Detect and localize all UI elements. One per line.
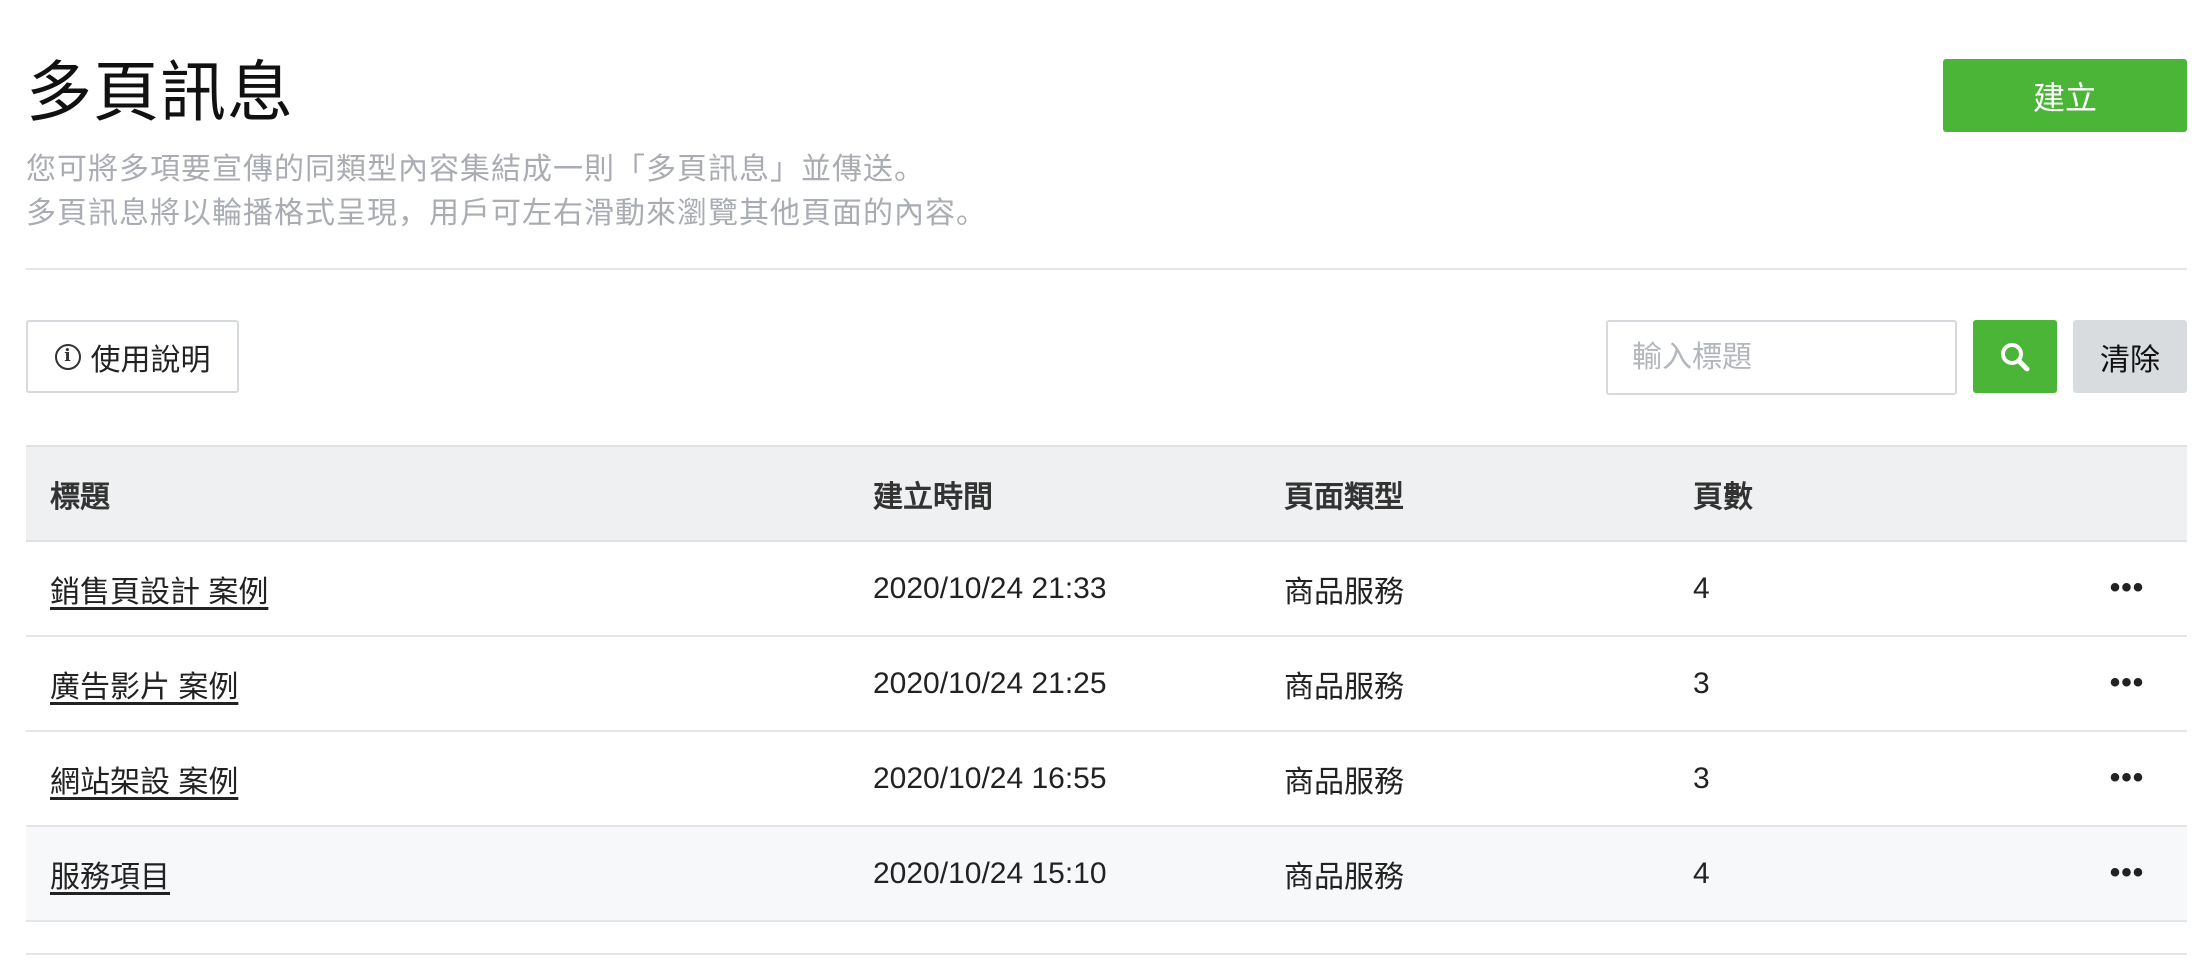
column-header-pages[interactable]: 頁數 bbox=[1693, 472, 1753, 516]
messages-table: 標題 建立時間 頁面類型 頁數 銷售頁設計 案例 2020/10/24 21:3… bbox=[26, 445, 2187, 922]
table-row: 銷售頁設計 案例 2020/10/24 21:33 商品服務 4 ••• bbox=[26, 542, 2187, 637]
column-header-title[interactable]: 標題 bbox=[50, 472, 110, 516]
message-title-link[interactable]: 服務項目 bbox=[50, 861, 170, 894]
more-options-icon[interactable]: ••• bbox=[2104, 663, 2150, 703]
page-count: 4 bbox=[1693, 571, 1710, 605]
more-options-icon[interactable]: ••• bbox=[2104, 568, 2150, 608]
info-icon: i bbox=[54, 343, 81, 370]
more-options-icon[interactable]: ••• bbox=[2104, 853, 2150, 893]
created-time: 2020/10/24 16:55 bbox=[873, 761, 1107, 795]
help-button[interactable]: i 使用說明 bbox=[26, 320, 239, 393]
table-row: 服務項目 2020/10/24 15:10 商品服務 4 ••• bbox=[26, 827, 2187, 922]
help-label: 使用說明 bbox=[90, 343, 211, 377]
column-header-created[interactable]: 建立時間 bbox=[873, 472, 993, 516]
page-count: 3 bbox=[1693, 666, 1710, 700]
table-row: 廣告影片 案例 2020/10/24 21:25 商品服務 3 ••• bbox=[26, 637, 2187, 732]
page-type: 商品服務 bbox=[1284, 860, 1404, 894]
footer-divider bbox=[26, 953, 2187, 955]
page-type: 商品服務 bbox=[1284, 575, 1404, 609]
search-input[interactable] bbox=[1606, 320, 1957, 395]
message-title-link[interactable]: 銷售頁設計 案例 bbox=[50, 576, 268, 609]
message-title-link[interactable]: 廣告影片 案例 bbox=[50, 671, 238, 704]
created-time: 2020/10/24 21:33 bbox=[873, 571, 1107, 605]
created-time: 2020/10/24 21:25 bbox=[873, 666, 1107, 700]
more-options-icon[interactable]: ••• bbox=[2104, 758, 2150, 798]
page-title: 多頁訊息 bbox=[26, 55, 294, 129]
table-header: 標題 建立時間 頁面類型 頁數 bbox=[26, 447, 2187, 542]
page-count: 4 bbox=[1693, 856, 1710, 890]
page-type: 商品服務 bbox=[1284, 670, 1404, 704]
page-count: 3 bbox=[1693, 761, 1710, 795]
search-button[interactable] bbox=[1973, 320, 2057, 393]
create-button[interactable]: 建立 bbox=[1943, 59, 2187, 132]
page-description: 您可將多項要宣傳的同類型內容集結成一則「多頁訊息」並傳送。 多頁訊息將以輪播格式… bbox=[26, 148, 987, 236]
clear-button[interactable]: 清除 bbox=[2073, 320, 2187, 393]
search-icon bbox=[2001, 342, 2030, 371]
column-header-type[interactable]: 頁面類型 bbox=[1284, 472, 1404, 516]
created-time: 2020/10/24 15:10 bbox=[873, 856, 1107, 890]
table-row: 網站架設 案例 2020/10/24 16:55 商品服務 3 ••• bbox=[26, 732, 2187, 827]
message-title-link[interactable]: 網站架設 案例 bbox=[50, 766, 238, 799]
description-line-2: 多頁訊息將以輪播格式呈現，用戶可左右滑動來瀏覽其他頁面的內容。 bbox=[26, 197, 987, 230]
description-line-1: 您可將多項要宣傳的同類型內容集結成一則「多頁訊息」並傳送。 bbox=[26, 153, 925, 186]
page-type: 商品服務 bbox=[1284, 765, 1404, 799]
header-divider bbox=[26, 268, 2187, 270]
